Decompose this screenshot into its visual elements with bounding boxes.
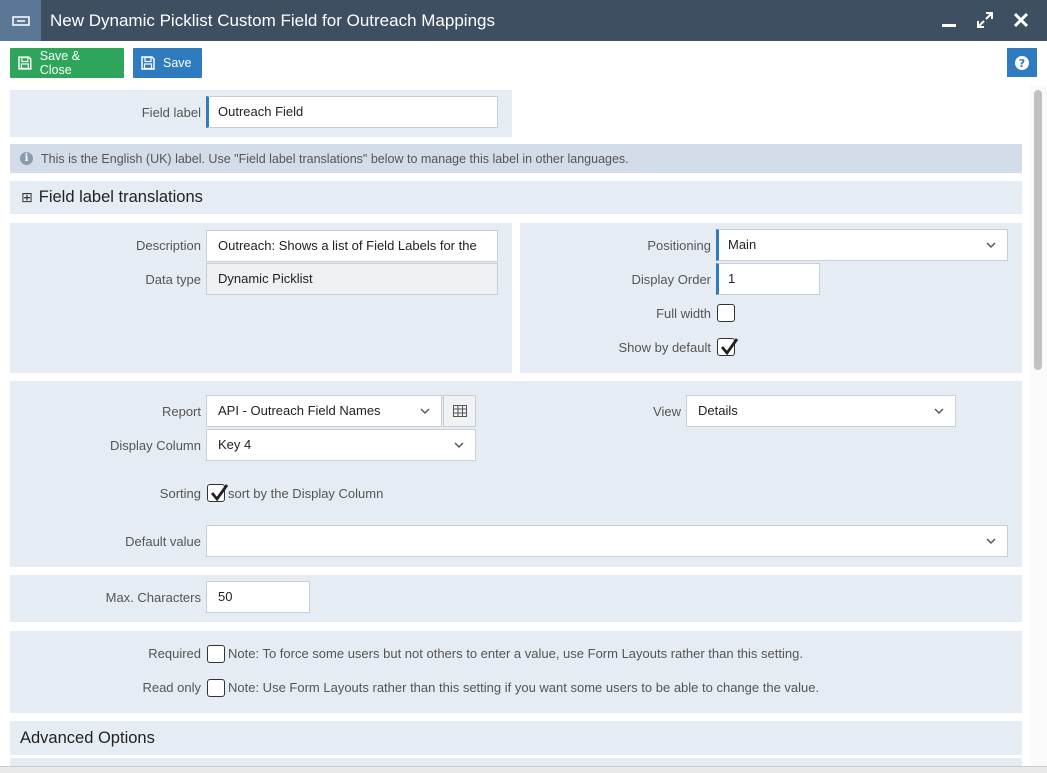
field-label-label: Field label: [141, 105, 201, 120]
save-close-button[interactable]: Save & Close: [10, 48, 124, 78]
view-value: Details: [698, 403, 738, 418]
max-characters-input[interactable]: 50: [206, 581, 310, 613]
bottom-edge: [0, 766, 1047, 773]
chevron-down-icon: [454, 442, 464, 448]
expand-icon[interactable]: ⊞: [21, 190, 33, 206]
chevron-down-icon: [934, 408, 944, 414]
default-value-label: Default value: [125, 534, 201, 549]
save-icon: [141, 56, 155, 70]
info-icon: i: [20, 152, 33, 165]
flags-panel: Required Note: To force some users but n…: [10, 631, 1022, 713]
show-by-default-checkbox[interactable]: [717, 338, 739, 356]
info-text: This is the English (UK) label. Use "Fie…: [41, 151, 629, 166]
display-column-value: Key 4: [218, 437, 252, 452]
view-label: View: [653, 404, 681, 419]
description-label: Description: [135, 238, 201, 253]
sorting-label: Sorting: [159, 486, 201, 501]
report-grid-button[interactable]: [443, 395, 476, 427]
chevron-down-icon: [986, 242, 996, 248]
field-label-panel: Field label Outreach Field: [10, 90, 512, 137]
report-value: API - Outreach Field Names: [218, 403, 381, 418]
chevron-down-icon: [420, 408, 430, 414]
sorting-checkbox[interactable]: [207, 484, 229, 502]
description-input[interactable]: Outreach: Shows a list of Field Labels f…: [206, 230, 498, 262]
display-column-label: Display Column: [109, 438, 201, 453]
display-order-input[interactable]: 1: [716, 263, 820, 295]
full-width-checkbox[interactable]: [717, 304, 735, 322]
translations-section-header[interactable]: ⊞ Field label translations: [10, 181, 1022, 214]
advanced-options-header[interactable]: Advanced Options: [10, 721, 1022, 755]
read-only-checkbox[interactable]: [207, 679, 225, 697]
maximize-icon[interactable]: [974, 9, 996, 31]
minimize-icon[interactable]: [938, 9, 960, 31]
window-titlebar: New Dynamic Picklist Custom Field for Ou…: [0, 0, 1047, 41]
report-select[interactable]: API - Outreach Field Names: [206, 395, 442, 427]
save-label: Save: [163, 56, 192, 70]
data-type-label: Data type: [145, 272, 201, 287]
max-characters-label: Max. Characters: [105, 590, 201, 605]
field-label-input[interactable]: Outreach Field: [206, 96, 498, 128]
checkmark-icon: [720, 338, 739, 356]
report-label: Report: [161, 404, 201, 419]
save-icon: [18, 56, 32, 70]
advanced-options-title: Advanced Options: [20, 728, 155, 747]
advanced-options-body: [10, 758, 1022, 766]
required-checkbox[interactable]: [207, 645, 225, 663]
translations-title: Field label translations: [38, 188, 203, 206]
info-bar: i This is the English (UK) label. Use "F…: [10, 144, 1022, 173]
help-icon: ?: [1015, 55, 1029, 70]
window-title: New Dynamic Picklist Custom Field for Ou…: [50, 11, 495, 30]
data-type-field: Dynamic Picklist: [206, 263, 498, 295]
limits-panel: Max. Characters 50: [10, 575, 1022, 622]
required-label: Required: [148, 646, 201, 661]
save-close-label: Save & Close: [39, 49, 81, 77]
show-by-default-label: Show by default: [618, 340, 711, 355]
positioning-label: Positioning: [647, 238, 711, 253]
scrollbar-thumb[interactable]: [1034, 90, 1042, 370]
positioning-select[interactable]: Main: [716, 229, 1008, 261]
toolbar: Save & Close Save: [0, 41, 1047, 85]
close-icon[interactable]: [1010, 9, 1032, 31]
read-only-note: Note: Use Form Layouts rather than this …: [228, 680, 820, 695]
view-select[interactable]: Details: [686, 395, 956, 427]
positioning-value: Main: [728, 237, 757, 252]
window-icon: [0, 0, 41, 41]
save-button[interactable]: Save: [133, 48, 202, 78]
display-column-select[interactable]: Key 4: [206, 429, 476, 461]
svg-text:?: ?: [1019, 57, 1025, 70]
source-panel: Report API - Outreach Field Names View D…: [10, 381, 1022, 567]
read-only-label: Read only: [142, 680, 201, 695]
general-panel: Description Outreach: Shows a list of Fi…: [10, 223, 512, 373]
sorting-text: sort by the Display Column: [228, 486, 384, 501]
display-order-label: Display Order: [631, 272, 711, 287]
full-width-label: Full width: [656, 306, 711, 321]
layout-panel: Positioning Main Display Order 1 Full wi…: [520, 223, 1022, 373]
help-button[interactable]: ?: [1007, 48, 1037, 77]
chevron-down-icon: [986, 538, 996, 544]
default-value-select[interactable]: [206, 525, 1008, 557]
checkmark-icon: [210, 484, 229, 502]
required-note: Note: To force some users but not others…: [228, 646, 803, 661]
grid-icon: [452, 405, 467, 417]
